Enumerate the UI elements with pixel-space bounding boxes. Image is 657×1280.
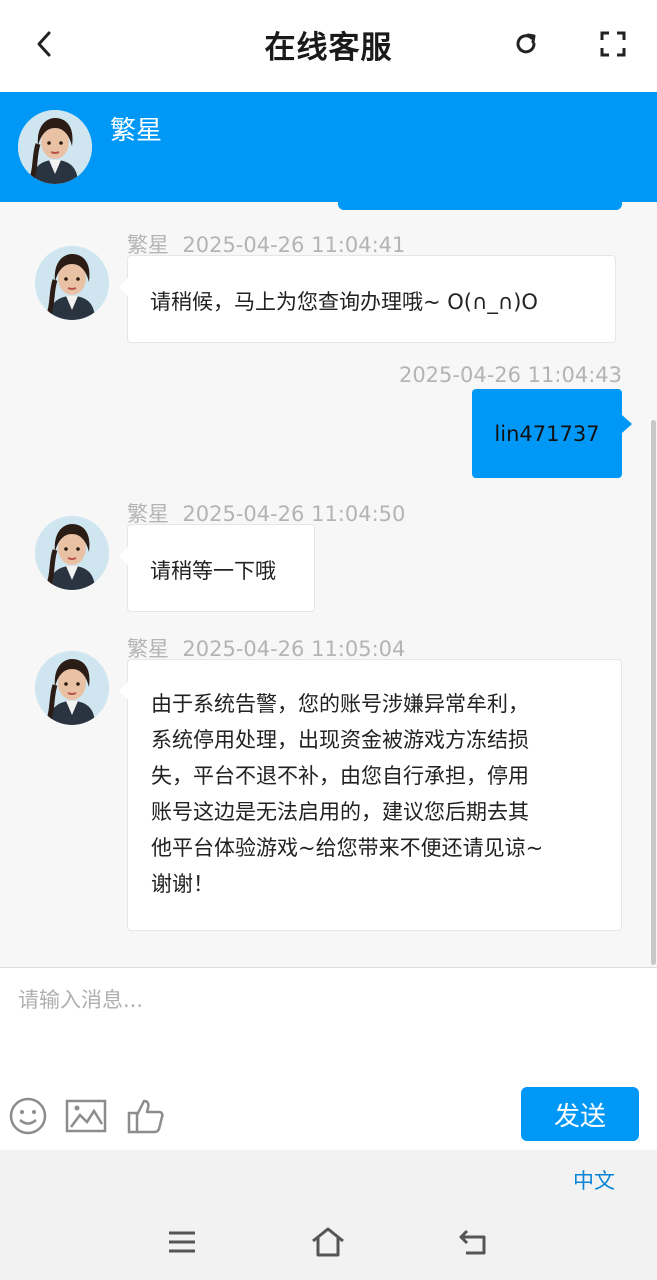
fullscreen-button[interactable] [591, 22, 635, 66]
chat-area[interactable]: 繁星 2025-04-26 11:04:41 请稍候，马上为您查询办理哦~ O(… [0, 202, 657, 967]
send-button[interactable]: 发送 [521, 1087, 639, 1141]
language-switch[interactable]: 中文 [573, 1165, 615, 1195]
menu-nav-button[interactable] [160, 1220, 204, 1264]
home-icon [312, 1227, 344, 1257]
agent-name: 繁星 [110, 116, 163, 146]
agent-header: 繁星 [0, 92, 657, 202]
message-bubble-outgoing: lin471737 [472, 389, 632, 478]
message-time: 2025-04-26 11:05:04 [182, 637, 406, 661]
message-line: 账号这边是无法启用的，建议您后期去其 [151, 800, 529, 824]
image-icon [65, 1099, 107, 1133]
chat-scrollbar[interactable] [651, 420, 656, 965]
page-title: 在线客服 [264, 30, 393, 66]
refresh-icon [516, 33, 536, 54]
message-input[interactable]: 请输入消息... [18, 984, 143, 1014]
previous-message-bubble [338, 202, 622, 210]
image-button[interactable] [65, 1096, 107, 1136]
fullscreen-icon [600, 31, 626, 57]
message-line: 由于系统告警，您的账号涉嫌异常牟利， [151, 692, 529, 716]
message-text: 请稍等一下哦 [150, 559, 276, 583]
emoji-icon [9, 1097, 47, 1135]
message-line: 他平台体验游戏~给您带来不便还请见谅~ [151, 836, 544, 860]
message-bubble: 请稍等一下哦 [119, 524, 315, 612]
top-bar: 在线客服 [0, 0, 657, 92]
message-bubble: 请稍候，马上为您查询办理哦~ O(∩_∩)O [119, 255, 616, 343]
sender-name: 繁星 [127, 502, 169, 526]
sender-name: 繁星 [127, 233, 169, 257]
thumbs-up-icon [127, 1099, 164, 1134]
message-time: 2025-04-26 11:04:50 [182, 502, 406, 526]
message-text: 请稍候，马上为您查询办理哦~ O(∩_∩)O [150, 290, 538, 314]
agent-avatar [35, 516, 109, 590]
refresh-button[interactable] [504, 22, 548, 66]
agent-avatar [18, 110, 92, 184]
return-icon [459, 1229, 486, 1255]
agent-avatar [35, 246, 109, 320]
thumbs-up-button[interactable] [126, 1096, 166, 1136]
return-nav-button[interactable] [452, 1220, 496, 1264]
message-line: 失，平台不退不补，由您自行承担，停用 [151, 764, 529, 788]
message-line: 系统停用处理，出现资金被游戏方冻结损 [151, 728, 529, 752]
message-line: 谢谢！ [151, 872, 214, 896]
menu-icon [169, 1231, 195, 1253]
agent-avatar [35, 651, 109, 725]
sender-name: 繁星 [127, 637, 169, 661]
message-bubble: 由于系统告警，您的账号涉嫌异常牟利， 系统停用处理，出现资金被游戏方冻结损 失，… [119, 659, 622, 931]
emoji-button[interactable] [8, 1096, 48, 1136]
language-bar: 中文 [0, 1150, 657, 1206]
system-nav-bar [0, 1206, 657, 1280]
composer: 请输入消息... 发送 [0, 967, 657, 1151]
message-time: 2025-04-26 11:04:43 [398, 363, 622, 387]
message-text: lin471737 [494, 421, 600, 446]
message-time: 2025-04-26 11:04:41 [182, 233, 406, 257]
home-nav-button[interactable] [306, 1220, 350, 1264]
